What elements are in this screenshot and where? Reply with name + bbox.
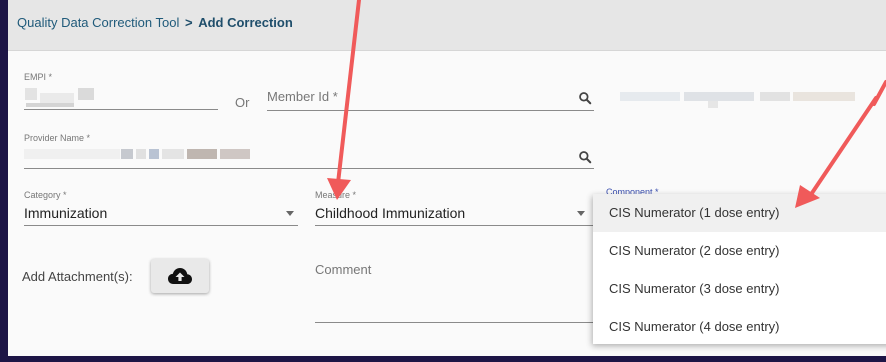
annotation-arrow <box>872 80 886 106</box>
annotation-arrow <box>795 96 878 208</box>
annotation-overlay <box>327 0 886 208</box>
annotation-arrow <box>327 0 361 200</box>
app-window: Quality Data Correction Tool > Add Corre… <box>8 0 886 356</box>
